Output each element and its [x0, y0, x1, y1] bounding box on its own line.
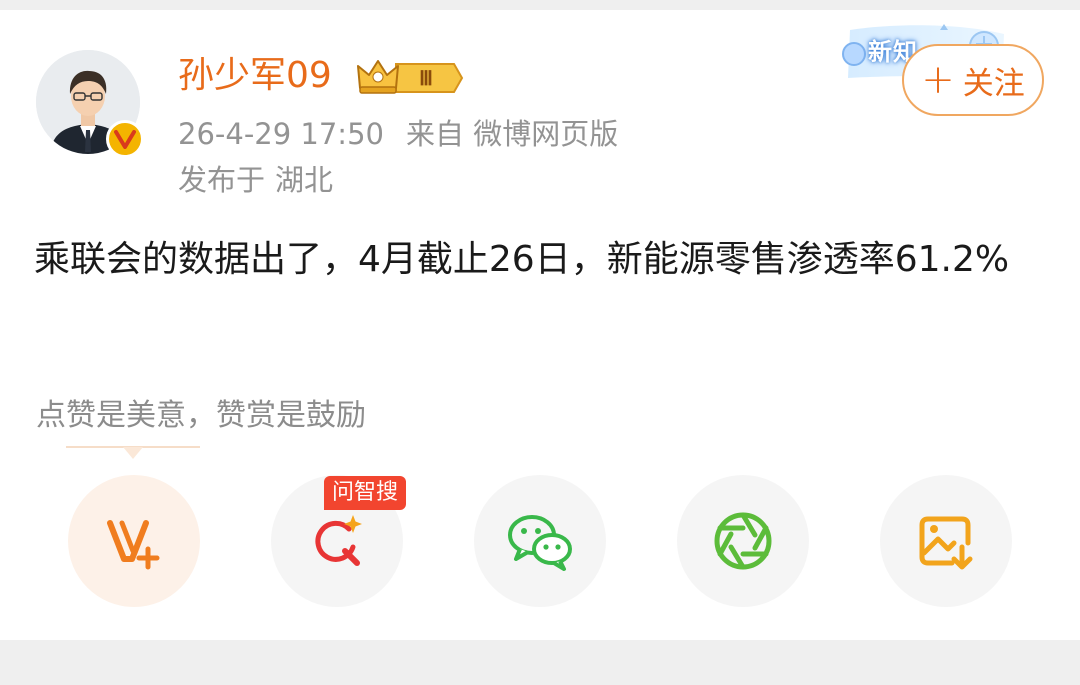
crown-icon: Ⅲ — [357, 60, 464, 94]
hint-pointer-icon — [66, 446, 200, 468]
follow-label: 关注 — [962, 65, 1025, 102]
moments-icon — [714, 512, 772, 570]
vip-plus-button[interactable] — [68, 475, 200, 607]
location-label: 发布于 — [178, 163, 266, 197]
svg-text:Ⅲ: Ⅲ — [419, 68, 433, 90]
ask-smart-search-tag: 问智搜 — [324, 476, 407, 510]
post-time: 26-4-29 17:50 — [178, 117, 384, 151]
wechat-share-button[interactable] — [474, 475, 606, 607]
post-meta: 26-4-29 17:50 来自 微博网页版 — [178, 114, 618, 154]
post-location: 发布于 湖北 — [178, 160, 333, 200]
wechat-icon — [508, 515, 572, 571]
plus-icon: + — [921, 57, 955, 103]
moments-share-button[interactable] — [677, 475, 809, 607]
location-place: 湖北 — [275, 163, 334, 197]
verified-v-icon — [106, 120, 144, 158]
ai-search-icon — [315, 515, 362, 566]
post-text: 乘联会的数据出了，4月截止26日，新能源零售渗透率61.2% — [34, 239, 1010, 280]
follow-button[interactable]: + 关注 — [902, 44, 1044, 116]
reward-hint: 点赞是美意，赞赏是鼓励 — [36, 398, 366, 433]
save-image-icon — [919, 516, 973, 570]
author-name[interactable]: 孙少军09 — [178, 50, 332, 102]
post-card: 孙少军09 Ⅲ 26-4-29 17:50 来自 微博网页版 发布于 湖北 新知… — [0, 10, 1080, 640]
vip-level-badge[interactable]: Ⅲ — [356, 58, 464, 102]
v-plus-icon — [107, 520, 160, 570]
post-source: 来自 微博网页版 — [405, 117, 619, 151]
save-image-button[interactable] — [880, 475, 1012, 607]
